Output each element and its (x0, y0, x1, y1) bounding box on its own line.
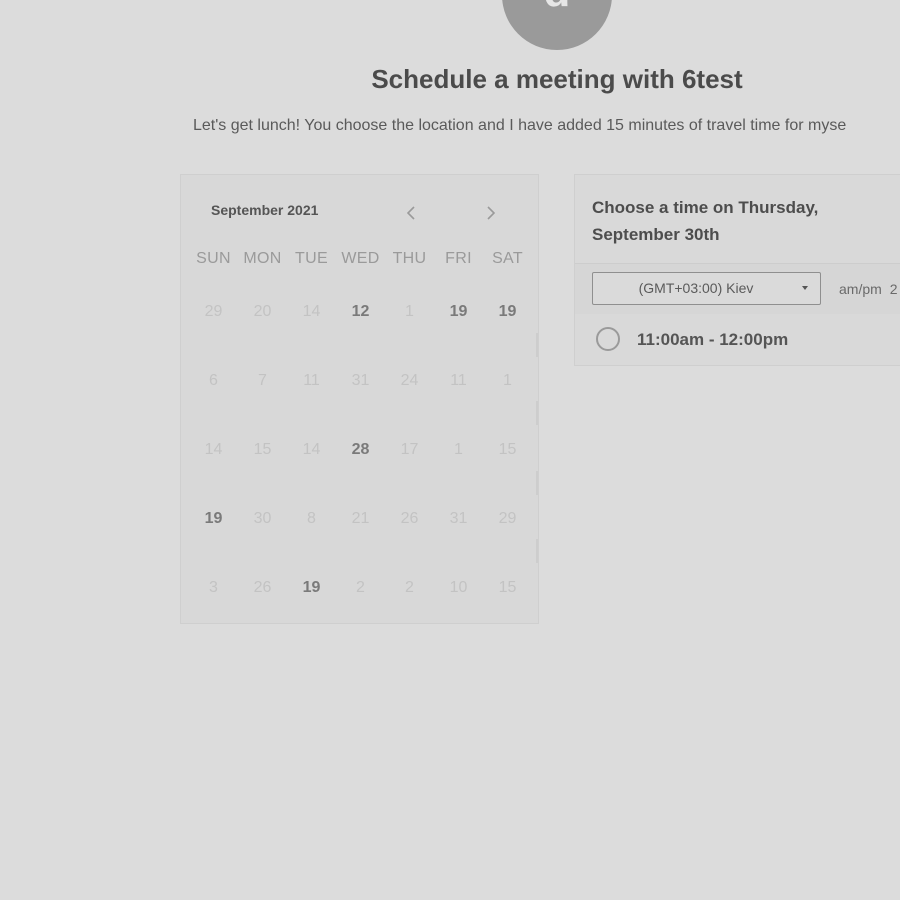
calendar-day-available[interactable]: 19 (189, 498, 238, 567)
previous-month-button[interactable] (399, 201, 423, 225)
calendar-day-available[interactable]: 28 (336, 429, 385, 498)
next-month-button[interactable] (479, 201, 503, 225)
chevron-left-icon (406, 206, 415, 220)
calendar-day: 31 (449, 510, 468, 527)
calendar-month-label: September 2021 (211, 202, 319, 218)
time-format-toggle[interactable]: am/pm 2 (839, 281, 898, 297)
weekday-thu: THU (392, 250, 427, 267)
time-format-24h-label: 2 (889, 281, 898, 297)
chevron-right-icon (487, 206, 496, 220)
weekday-sun: SUN (196, 250, 231, 267)
weekday-mon: MON (243, 250, 282, 267)
calendar-day-available[interactable]: 19 (483, 291, 532, 360)
calendar-day: 17 (400, 441, 419, 458)
calendar-day: 29 (498, 510, 517, 527)
time-selection-panel: Choose a time on Thursday, September 30t… (574, 174, 900, 366)
calendar-day: 2 (356, 579, 365, 596)
calendar-day: 14 (302, 303, 321, 320)
weekday-header-row: SUN MON TUE WED THU FRI SAT (189, 250, 532, 268)
calendar-day-available[interactable]: 12 (336, 291, 385, 360)
page-title: Schedule a meeting with 6test (371, 64, 743, 94)
timezone-dropdown[interactable]: (GMT+03:00) Kiev (592, 272, 821, 305)
calendar-days-grid: 29 20 14 12 1 19 19 6 7 11 31 24 11 1 14 15 14 28 17 1 15 19 3… (189, 291, 532, 636)
avatar: d (502, 0, 612, 50)
weekday-tue: TUE (295, 250, 328, 267)
date-picker-calendar: September 2021 SUN MON TUE WED THU FRI S… (180, 174, 539, 624)
radio-empty-icon[interactable] (596, 327, 620, 351)
calendar-day: 8 (307, 510, 316, 527)
time-panel-header: Choose a time on Thursday, September 30t… (575, 175, 900, 264)
caret-down-icon (802, 286, 808, 290)
calendar-day: 7 (258, 372, 267, 389)
calendar-day: 3 (209, 579, 218, 596)
calendar-day: 30 (253, 510, 272, 527)
calendar-day: 11 (450, 372, 467, 389)
page-description: Let's get lunch! You choose the location… (193, 117, 847, 134)
calendar-day: 29 (204, 303, 223, 320)
calendar-day: 10 (449, 579, 468, 596)
weekday-sat: SAT (492, 250, 523, 267)
calendar-day: 6 (209, 372, 218, 389)
calendar-day: 15 (498, 579, 517, 596)
calendar-day: 1 (503, 372, 512, 389)
avatar-initial: d (544, 0, 571, 14)
time-slot-option[interactable]: 11:00am - 12:00pm (575, 314, 900, 366)
calendar-day: 21 (351, 510, 370, 527)
calendar-day: 11 (303, 372, 320, 389)
calendar-day: 26 (253, 579, 272, 596)
timezone-selected-value: (GMT+03:00) Kiev (638, 280, 754, 296)
calendar-day: 15 (253, 441, 272, 458)
calendar-day: 14 (302, 441, 321, 458)
calendar-row-dividers (536, 333, 538, 563)
calendar-day: 2 (405, 579, 414, 596)
calendar-day: 20 (253, 303, 272, 320)
calendar-day: 1 (405, 303, 414, 320)
time-slot-label: 11:00am - 12:00pm (637, 330, 789, 349)
calendar-day-available[interactable]: 19 (287, 567, 336, 636)
calendar-day: 31 (351, 372, 370, 389)
calendar-day-available[interactable]: 19 (434, 291, 483, 360)
calendar-day: 14 (204, 441, 223, 458)
timezone-row: (GMT+03:00) Kiev am/pm 2 (575, 264, 900, 314)
calendar-day: 15 (498, 441, 517, 458)
calendar-day: 26 (400, 510, 419, 527)
time-format-ampm-label: am/pm (839, 281, 882, 297)
scheduling-page: d Schedule a meeting with 6test Let's ge… (0, 0, 900, 900)
weekday-wed: WED (341, 250, 380, 267)
time-panel-title: Choose a time on Thursday, September 30t… (592, 198, 819, 244)
weekday-fri: FRI (445, 250, 472, 267)
calendar-day: 1 (454, 441, 463, 458)
calendar-day: 24 (400, 372, 419, 389)
